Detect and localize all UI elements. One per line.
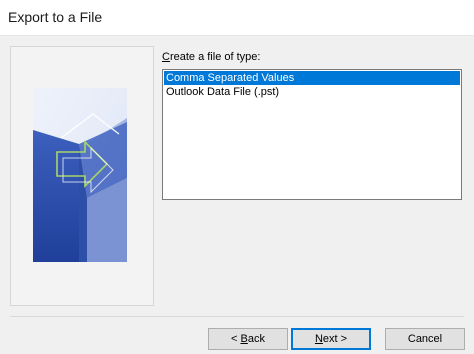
next-button-mnemonic: N xyxy=(314,333,323,345)
title-bar: Export to a File xyxy=(0,0,474,36)
next-button[interactable]: Next > xyxy=(291,328,371,350)
file-type-prompt: Create a file of type: xyxy=(162,51,260,63)
cancel-button[interactable]: Cancel xyxy=(385,328,465,350)
prompt-mnemonic: C xyxy=(162,51,170,63)
back-button-label: ack xyxy=(247,333,265,345)
back-button-prefix: < xyxy=(231,333,241,345)
button-divider xyxy=(10,316,464,317)
back-button[interactable]: < Back xyxy=(208,328,288,350)
export-wizard-graphic-icon xyxy=(33,88,127,262)
wizard-art-panel xyxy=(10,46,154,306)
next-button-label: ext > xyxy=(322,333,348,345)
file-type-option-csv[interactable]: Comma Separated Values xyxy=(164,71,460,85)
file-type-option-pst[interactable]: Outlook Data File (.pst) xyxy=(164,85,460,99)
window-title: Export to a File xyxy=(8,9,103,25)
file-type-listbox[interactable]: Comma Separated Values Outlook Data File… xyxy=(162,69,462,200)
prompt-text: reate a file of type: xyxy=(169,51,261,63)
back-button-mnemonic: B xyxy=(240,333,248,345)
dialog-body: Create a file of type: Comma Separated V… xyxy=(0,36,474,354)
